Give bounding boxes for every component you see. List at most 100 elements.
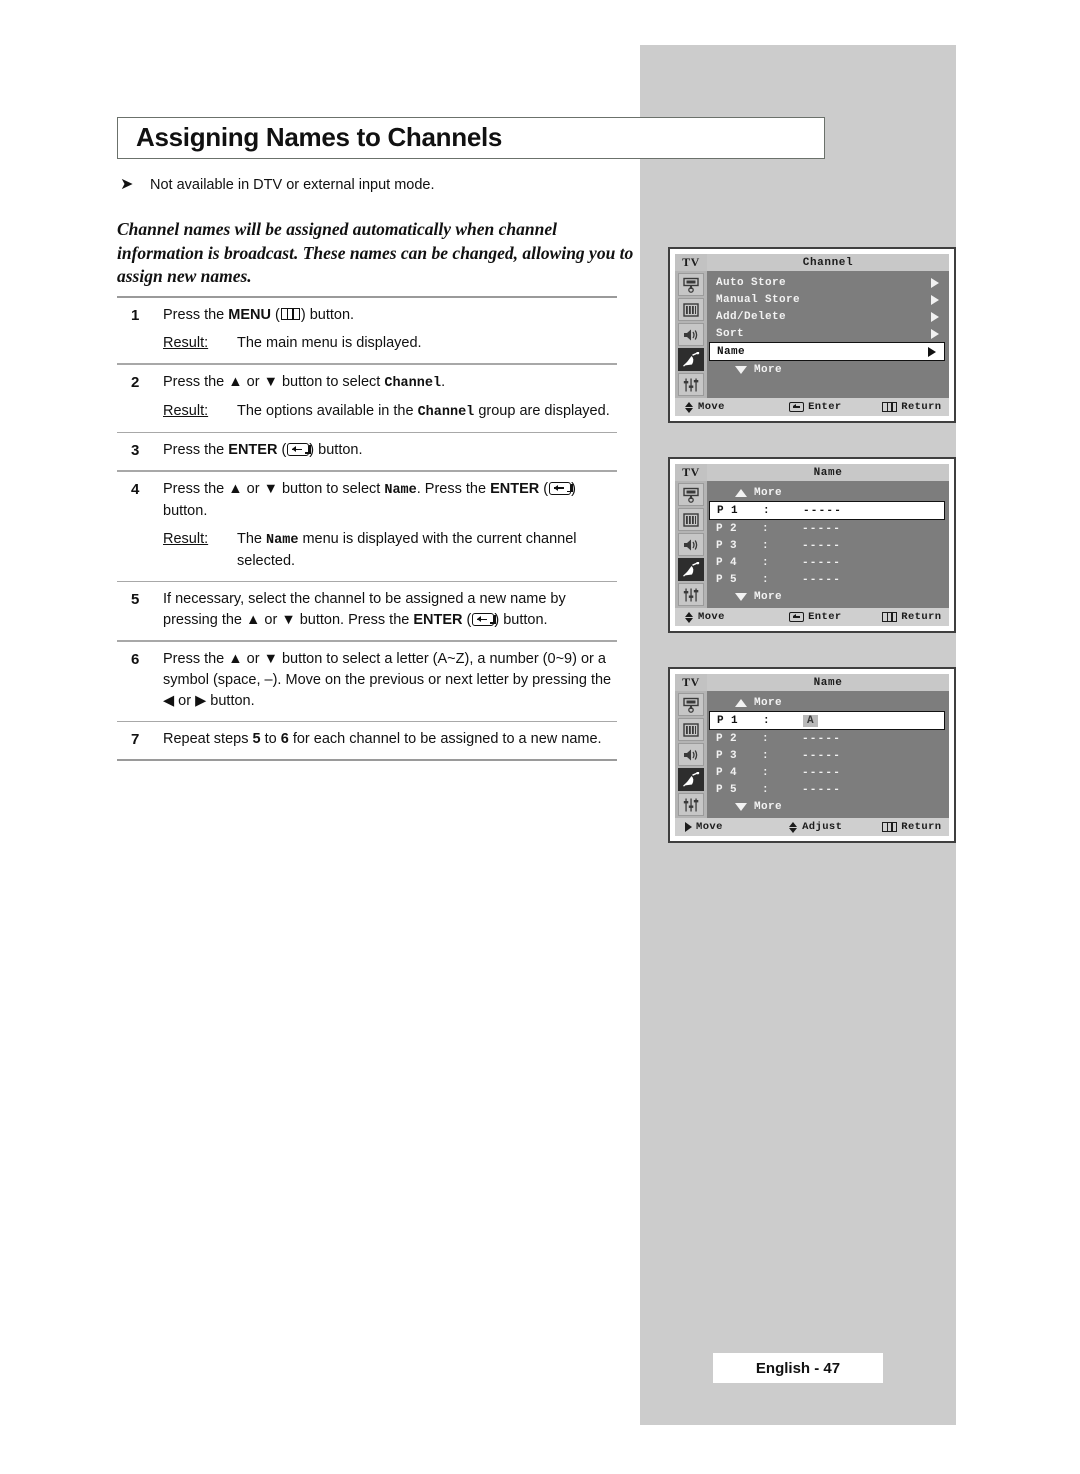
- osd-more-down[interactable]: More: [707, 361, 949, 378]
- enter-keyword: ENTER: [413, 612, 463, 628]
- triangle-down-icon: [735, 802, 747, 811]
- channel-name-value: -----: [802, 783, 842, 796]
- colon: :: [762, 522, 770, 535]
- osd-title: Name: [707, 464, 949, 481]
- channel-name-value: -----: [802, 749, 842, 762]
- setup-sliders-icon[interactable]: [678, 583, 704, 606]
- osd-mid: More P 1 : ----- P 2 : ----- P 3 : -----: [675, 481, 949, 608]
- osd-item-label: Name: [717, 345, 746, 358]
- osd-hint-return: Return: [882, 821, 949, 833]
- osd-channel-row[interactable]: P 3 : -----: [707, 747, 949, 764]
- result-label: Result:: [163, 402, 209, 419]
- picture-icon[interactable]: [678, 718, 704, 741]
- channel-number: P 4: [716, 556, 738, 569]
- step-text: Press the: [163, 307, 229, 323]
- step-body: Press the ▲ or ▼ button to select a lett…: [163, 649, 617, 712]
- setup-sliders-icon[interactable]: [678, 793, 704, 816]
- channel-name-value: -----: [802, 556, 842, 569]
- osd-channel-row[interactable]: P 2 : -----: [707, 730, 949, 747]
- osd-inner: TV Channel Auto Store Manual Store Add/D…: [675, 254, 949, 416]
- osd-tv-label: TV: [675, 254, 707, 271]
- osd-channel-row[interactable]: P 2 : -----: [707, 520, 949, 537]
- osd-more-label: More: [754, 696, 783, 709]
- sound-icon[interactable]: [678, 743, 704, 766]
- colon: :: [762, 539, 770, 552]
- osd-input-icon[interactable]: [678, 273, 704, 296]
- osd-hint-label: Adjust: [802, 821, 843, 833]
- osd-topbar: TV Name: [675, 674, 949, 691]
- osd-inner: TV Name: [675, 674, 949, 836]
- picture-icon[interactable]: [678, 298, 704, 321]
- page-number-label: English - 47: [755, 1359, 841, 1377]
- channel-dish-icon[interactable]: [678, 558, 704, 581]
- osd-menu-item-manual-store[interactable]: Manual Store: [707, 291, 949, 308]
- name-keyword: Name: [384, 482, 417, 498]
- osd-sidebar-rail: [675, 691, 707, 818]
- channel-number: P 3: [716, 539, 738, 552]
- right-arrow-icon: [685, 822, 692, 832]
- osd-menu-item-add-delete[interactable]: Add/Delete: [707, 308, 949, 325]
- step-number: 1: [131, 307, 140, 324]
- channel-name-value: -----: [802, 766, 842, 779]
- name-keyword: Name: [266, 532, 299, 548]
- setup-sliders-icon[interactable]: [678, 373, 704, 396]
- channel-number: P 5: [716, 573, 738, 586]
- channel-dish-icon[interactable]: [678, 348, 704, 371]
- step-number: 5: [131, 591, 140, 608]
- step-body: Press the ▲ or ▼ button to select Name. …: [163, 479, 617, 572]
- picture-icon[interactable]: [678, 508, 704, 531]
- osd-channel-row-editing[interactable]: P 1 : A: [709, 711, 945, 730]
- osd-more-down[interactable]: More: [707, 798, 949, 815]
- step-ref-5: 5: [252, 731, 261, 747]
- step-text-mid: . Press the: [416, 480, 491, 497]
- sound-icon[interactable]: [678, 323, 704, 346]
- steps-list: 1 Press the MENU () button. Result: The …: [117, 296, 617, 761]
- page-title-box: Assigning Names to Channels: [117, 117, 825, 159]
- channel-number: P 3: [716, 749, 738, 762]
- osd-hint-label: Return: [901, 401, 942, 413]
- result-row: Result: The options available in the Cha…: [163, 401, 617, 423]
- step-body: Press the ENTER () button.: [163, 442, 363, 458]
- osd-title: Channel: [707, 254, 949, 271]
- result-label: Result:: [163, 335, 209, 351]
- colon: :: [763, 714, 771, 727]
- result-text: The main menu is displayed.: [237, 335, 422, 351]
- osd-channel-row[interactable]: P 4 : -----: [707, 554, 949, 571]
- chevron-right-icon: [931, 277, 939, 288]
- step-text-tail: button.: [314, 442, 363, 458]
- result-row: Result: The Name menu is displayed with …: [163, 529, 617, 572]
- osd-channel-row[interactable]: P 5 : -----: [707, 571, 949, 588]
- osd-menu-item-sort[interactable]: Sort: [707, 325, 949, 342]
- osd-bottom-bar: Move Adjust Return: [675, 818, 949, 836]
- osd-input-icon[interactable]: [678, 693, 704, 716]
- osd-menu-item-auto-store[interactable]: Auto Store: [707, 274, 949, 291]
- name-char-cell[interactable]: A: [803, 714, 819, 727]
- result-text-a: The options available in the: [237, 402, 418, 419]
- osd-screenshot-name-edit: TV Name More P 1: A P 2: ----- P 3: -…: [668, 667, 956, 843]
- osd-more-down[interactable]: More: [707, 588, 949, 605]
- step-number: 7: [131, 731, 140, 748]
- osd-menu-item-name-selected[interactable]: Name: [709, 342, 945, 361]
- channel-name-value: -----: [802, 539, 842, 552]
- osd-more-up[interactable]: More: [707, 484, 949, 501]
- enter-icon: [287, 443, 310, 456]
- enter-icon: [472, 613, 495, 626]
- osd-more-up[interactable]: More: [707, 694, 949, 711]
- channel-number: P 5: [716, 783, 738, 796]
- osd-channel-row-selected[interactable]: P 1 : -----: [709, 501, 945, 520]
- osd-channel-row[interactable]: P 3 : -----: [707, 537, 949, 554]
- channel-dish-icon[interactable]: [678, 768, 704, 791]
- enter-keyword: ENTER: [228, 442, 278, 458]
- updown-icon: [789, 821, 798, 833]
- triangle-down-icon: [735, 365, 747, 374]
- osd-input-icon[interactable]: [678, 483, 704, 506]
- osd-channel-row[interactable]: P 4 : -----: [707, 764, 949, 781]
- osd-channel-row[interactable]: P 5 : -----: [707, 781, 949, 798]
- note-arrow-icon: ➤: [120, 176, 134, 193]
- chevron-right-icon: [931, 328, 939, 339]
- sound-icon[interactable]: [678, 533, 704, 556]
- result-label: Result:: [163, 530, 209, 547]
- osd-item-label: Add/Delete: [716, 310, 787, 323]
- enter-icon: [549, 481, 572, 495]
- step-text-tail: .: [441, 373, 446, 390]
